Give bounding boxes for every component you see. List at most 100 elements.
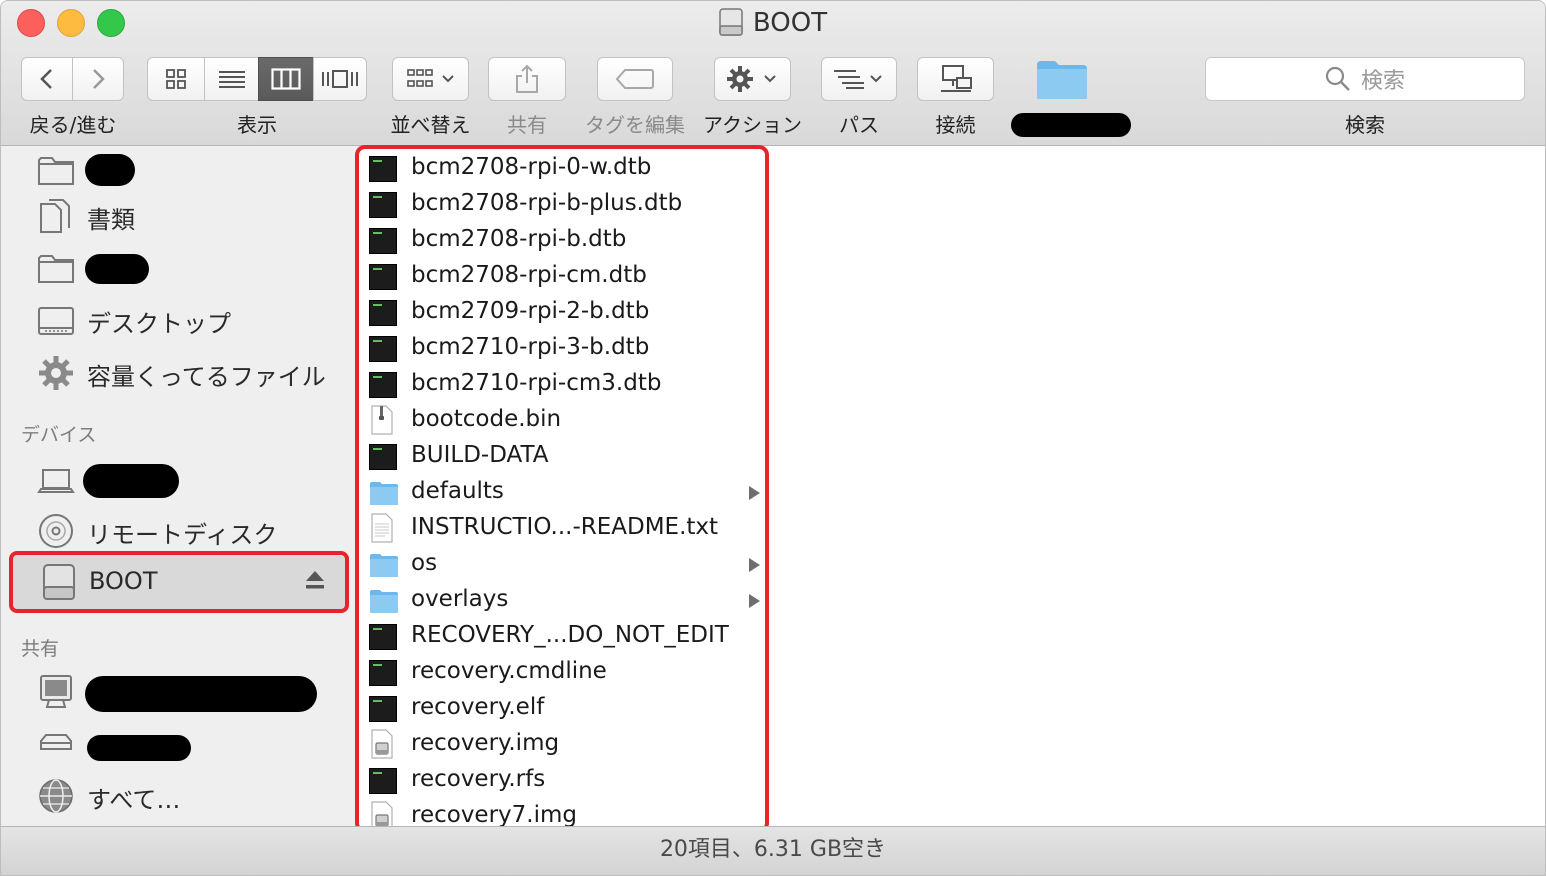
executable-file-icon <box>369 300 397 326</box>
sidebar-item-large-files[interactable]: 容量くってるファイル <box>1 349 359 397</box>
forward-button[interactable] <box>72 57 124 101</box>
text-file-icon <box>369 513 397 543</box>
sidebar-item-shared-server[interactable] <box>1 721 359 769</box>
sidebar-item-label: BOOT <box>89 567 158 595</box>
gear-icon <box>39 356 73 390</box>
gear-icon <box>726 66 776 92</box>
file-name: INSTRUCTIO...-README.txt <box>411 514 719 540</box>
file-name: bootcode.bin <box>411 406 562 432</box>
file-row[interactable]: os <box>359 547 765 583</box>
file-name: bcm2710-rpi-3-b.dtb <box>411 334 650 360</box>
path-button[interactable] <box>821 57 897 101</box>
search-placeholder: 検索 <box>1360 69 1405 94</box>
sidebar-section-devices: デバイス <box>21 424 97 446</box>
columns-icon <box>271 68 301 90</box>
network-icon <box>39 779 73 813</box>
file-name: BUILD-DATA <box>411 442 549 468</box>
file-name: bcm2708-rpi-b.dtb <box>411 226 627 252</box>
sidebar: 書類 デスクトップ 容量くってるファイル デバイス リモートディスク BOOT … <box>1 146 362 826</box>
search-field[interactable]: 検索 <box>1205 57 1525 101</box>
file-row[interactable]: recovery.img <box>359 727 765 763</box>
connect-button[interactable] <box>917 57 994 101</box>
file-row[interactable]: overlays <box>359 583 765 619</box>
share-button[interactable] <box>488 57 566 101</box>
redacted-label <box>85 676 317 712</box>
share-label: 共有 <box>507 113 547 137</box>
disclosure-arrow-icon <box>749 486 760 500</box>
executable-file-icon <box>369 192 397 218</box>
desktop-icon <box>38 307 74 335</box>
sidebar-item-remote-disc[interactable]: リモートディスク <box>1 507 359 555</box>
file-name: RECOVERY_...DO_NOT_EDIT <box>411 622 729 648</box>
file-name: recovery7.img <box>411 802 577 828</box>
chevron-left-icon <box>40 69 52 89</box>
back-button[interactable] <box>21 57 73 101</box>
sidebar-item-shared-computer[interactable] <box>1 668 359 716</box>
file-row[interactable]: bcm2708-rpi-cm.dtb <box>359 259 765 295</box>
file-row[interactable]: bootcode.bin <box>359 403 765 439</box>
folder-icon <box>38 255 74 283</box>
monitor-icon <box>40 675 72 708</box>
executable-file-icon <box>369 660 397 686</box>
file-row[interactable]: bcm2708-rpi-0-w.dtb <box>359 151 765 187</box>
disclosure-arrow-icon <box>749 558 760 572</box>
edit-tags-button[interactable] <box>597 57 673 101</box>
view-icon-button[interactable] <box>147 57 205 101</box>
file-row[interactable]: bcm2710-rpi-3-b.dtb <box>359 331 765 367</box>
arrange-button[interactable] <box>392 57 469 101</box>
file-row[interactable]: bcm2710-rpi-cm3.dtb <box>359 367 765 403</box>
redacted-label <box>1011 113 1131 137</box>
sidebar-item-folder-1[interactable] <box>1 146 359 194</box>
sidebar-item-folder-2[interactable] <box>1 244 359 292</box>
executable-file-icon <box>369 624 397 650</box>
file-name: recovery.rfs <box>411 766 546 792</box>
sidebar-item-all-shared[interactable]: すべて… <box>1 772 359 820</box>
view-coverflow-button[interactable] <box>313 57 367 101</box>
executable-file-icon <box>369 768 397 794</box>
list-icon <box>218 71 245 88</box>
file-row[interactable]: recovery.rfs <box>359 763 765 799</box>
sidebar-item-label: 容量くってるファイル <box>87 363 326 391</box>
executable-file-icon <box>369 372 397 398</box>
sidebar-item-documents[interactable]: 書類 <box>1 192 359 240</box>
search-icon <box>1325 66 1350 91</box>
view-list-button[interactable] <box>204 57 259 101</box>
sidebar-item-computer[interactable] <box>1 456 359 504</box>
file-row[interactable]: recovery.cmdline <box>359 655 765 691</box>
disclosure-arrow-icon <box>749 594 760 608</box>
window-title-text: BOOT <box>752 8 828 38</box>
sidebar-item-boot[interactable]: BOOT <box>9 551 349 613</box>
redacted-label <box>83 464 179 498</box>
chevron-right-icon <box>93 69 105 89</box>
file-name: overlays <box>411 586 509 612</box>
view-column-button[interactable] <box>258 57 314 101</box>
file-name: bcm2708-rpi-b-plus.dtb <box>411 190 683 216</box>
executable-file-icon <box>369 264 397 290</box>
status-text: 20項目、6.31 GB空き <box>659 837 887 862</box>
grid-icon <box>166 69 186 89</box>
sidebar-item-label: 書類 <box>87 206 135 234</box>
drive-icon <box>43 564 75 600</box>
file-row[interactable]: BUILD-DATA <box>359 439 765 475</box>
file-name: bcm2708-rpi-cm.dtb <box>411 262 647 288</box>
sidebar-item-desktop[interactable]: デスクトップ <box>1 296 359 344</box>
connect-label: 接続 <box>935 113 976 137</box>
file-name: recovery.img <box>411 730 560 756</box>
redacted-label <box>87 735 191 761</box>
action-button[interactable] <box>714 57 791 101</box>
eject-icon[interactable] <box>305 569 325 591</box>
file-row[interactable]: recovery.elf <box>359 691 765 727</box>
file-column: bcm2708-rpi-0-w.dtb bcm2708-rpi-b-plus.dt… <box>355 145 769 833</box>
file-row[interactable]: RECOVERY_...DO_NOT_EDIT <box>359 619 765 655</box>
file-row[interactable]: bcm2708-rpi-b-plus.dtb <box>359 187 765 223</box>
file-row[interactable]: INSTRUCTIO...-README.txt <box>359 511 765 547</box>
folder-icon[interactable] <box>1035 57 1089 101</box>
executable-file-icon <box>369 336 397 362</box>
executable-file-icon <box>369 156 397 182</box>
file-row[interactable]: defaults <box>359 475 765 511</box>
file-row[interactable]: bcm2709-rpi-2-b.dtb <box>359 295 765 331</box>
file-row[interactable]: bcm2708-rpi-b.dtb <box>359 223 765 259</box>
executable-file-icon <box>369 228 397 254</box>
share-icon <box>516 64 538 93</box>
window-title: BOOT <box>1 7 1545 39</box>
